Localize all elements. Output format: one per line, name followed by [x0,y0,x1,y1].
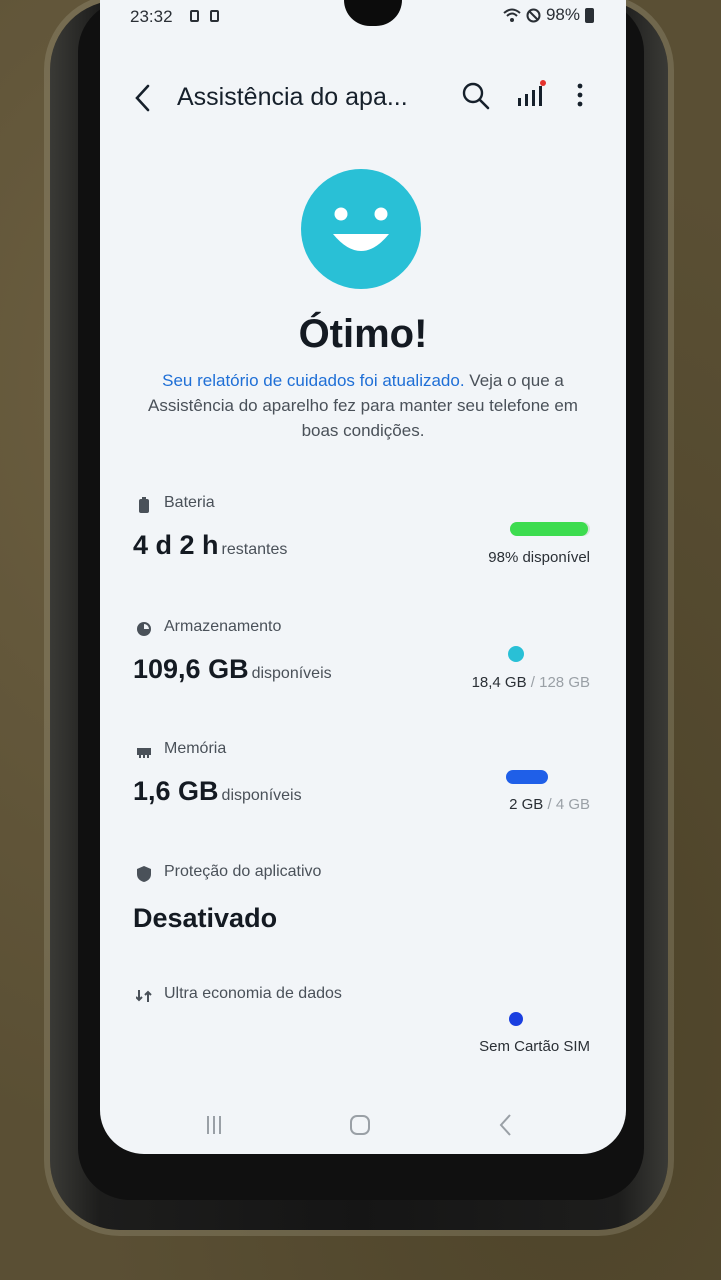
app-protection-item[interactable]: Proteção do aplicativo Desativado [100,863,626,963]
battery-time-remaining: 4 d 2 h restantes [133,530,288,560]
wifi-icon [503,8,521,22]
alert-dot [540,80,546,86]
battery-item[interactable]: Bateria 4 d 2 h restantes 98% disponível [100,494,626,594]
app-protection-status: Desativado [133,903,278,933]
storage-usage-indicator [508,646,524,662]
care-report-description: Seu relatório de cuidados foi atualizado… [140,368,586,443]
battery-available: 98% disponível [488,549,590,566]
phone-screen: 23:32 98% Assistência do apa... Ótimo! S… [100,0,626,1154]
notification-icon [210,10,219,22]
status-time: 23:32 [130,7,173,26]
diagnostics-icon[interactable] [514,80,548,112]
status-right: 98% [503,5,594,25]
memory-usage-bar [506,770,548,784]
memory-chip-icon [137,748,151,758]
ultra-data-saving-item[interactable]: Ultra economia de dados Sem Cartão SIM [100,985,626,1085]
sim-status-indicator [509,1012,523,1026]
storage-available: 109,6 GB disponíveis [133,654,332,684]
home-button[interactable] [340,1110,380,1140]
memory-label: Memória [164,740,227,757]
battery-icon [585,7,594,23]
more-options-icon[interactable] [570,80,590,112]
storage-usage: 18,4 GB / 128 GB [471,674,590,691]
battery-level-bar [510,522,590,536]
app-bar: Assistência do apa... [100,70,626,126]
battery-percent: 98% [545,5,580,24]
care-report-link[interactable]: Seu relatório de cuidados foi atualizado… [162,371,464,390]
battery-item-icon [139,497,149,513]
notification-icon [190,10,199,22]
storage-icon [137,622,151,636]
sim-status: Sem Cartão SIM [479,1038,590,1055]
battery-label: Bateria [164,494,215,511]
smiley-face-icon [301,169,421,289]
data-saving-icon [136,990,152,1002]
status-headline: Ótimo! [298,312,428,356]
app-protection-label: Proteção do aplicativo [164,863,322,880]
memory-available: 1,6 GB disponíveis [133,776,302,806]
back-nav-button[interactable] [486,1110,526,1140]
page-title: Assistência do apa... [177,83,408,111]
storage-item[interactable]: Armazenamento 109,6 GB disponíveis 18,4 G… [100,618,626,718]
shield-icon [137,866,151,882]
back-button[interactable] [128,80,158,116]
battery-level-fill [510,522,589,536]
memory-usage: 2 GB / 4 GB [509,796,590,813]
navigation-bar [100,1100,626,1150]
search-icon[interactable] [460,80,492,112]
storage-label: Armazenamento [164,618,282,635]
ultra-data-saving-label: Ultra economia de dados [164,985,342,1002]
memory-item[interactable]: Memória 1,6 GB disponíveis 2 GB / 4 GB [100,740,626,840]
recent-apps-button[interactable] [194,1110,234,1140]
do-not-disturb-icon [526,8,541,22]
